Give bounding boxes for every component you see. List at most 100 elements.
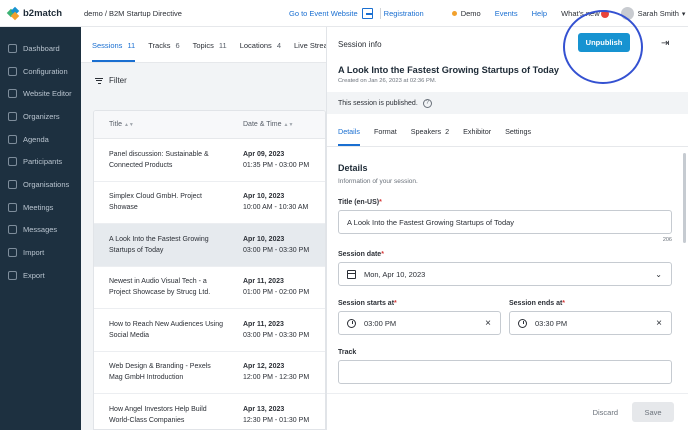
sidebar-item-label: Dashboard: [23, 43, 60, 53]
sidebar-item-label: Import: [23, 248, 45, 258]
sidebar-item-label: Agenda: [23, 134, 49, 144]
table-row[interactable]: How to Reach New Audiences Using Social …: [94, 309, 325, 352]
clear-icon[interactable]: ×: [656, 318, 662, 329]
sidebar-item-organisations[interactable]: Organisations: [0, 173, 81, 196]
registration-link[interactable]: Registration: [384, 9, 424, 18]
tab-count: 6: [175, 41, 180, 50]
sidebar-item-website-editor[interactable]: Website Editor: [0, 82, 81, 105]
table-row[interactable]: Panel discussion: Sustainable & Connecte…: [94, 139, 325, 182]
tab-speakers[interactable]: Speakers 2: [411, 127, 449, 146]
session-date: Apr 11, 2023: [243, 278, 284, 286]
events-link[interactable]: Events: [495, 9, 518, 18]
tab-settings[interactable]: Settings: [505, 127, 531, 146]
tab-sessions[interactable]: Sessions 11: [92, 41, 136, 62]
published-text: This session is published.: [338, 99, 418, 107]
table-row[interactable]: Newest in Audio Visual Tech - a Project …: [94, 267, 325, 309]
table-row[interactable]: How Angel Investors Help Build World-Cla…: [94, 394, 325, 429]
monitor-icon: [8, 89, 17, 99]
column-title[interactable]: Title ▲▼: [94, 121, 228, 128]
sidebar-item-messages[interactable]: Messages: [0, 219, 81, 242]
session-datetime: Apr 11, 2023 01:00 PM - 02:00 PM: [228, 276, 309, 298]
session-date: Apr 13, 2023: [243, 405, 285, 413]
help-link[interactable]: Help: [532, 9, 547, 18]
session-date-picker[interactable]: Mon, Apr 10, 2023 ⌄: [338, 262, 672, 286]
end-value: 03:30 PM: [535, 318, 568, 328]
wrench-icon: [8, 66, 17, 76]
user-name[interactable]: Sarah Smith: [638, 9, 679, 18]
details-heading: Details: [338, 163, 368, 173]
agenda-tabs: Sessions 11 Tracks 6 Topics 11 Locations 4 L…: [81, 27, 326, 63]
start-time-field[interactable]: 03:00 PM ×: [338, 311, 501, 335]
breadcrumb[interactable]: demo / B2M Startup Directive: [84, 9, 182, 18]
external-link-icon: [361, 8, 373, 19]
chevron-down-icon[interactable]: ⌄: [655, 270, 662, 279]
sidebar-item-label: Configuration: [23, 66, 68, 76]
logo-text: b2match: [23, 7, 63, 19]
sidebar-item-label: Participants: [23, 157, 63, 167]
title-field-label: Title (en-US)*: [338, 199, 672, 206]
title-field[interactable]: A Look Into the Fastest Growing Startups…: [338, 210, 672, 234]
filter-button[interactable]: Filter: [81, 63, 326, 85]
session-date: Apr 09, 2023: [243, 150, 285, 158]
sidebar-item-export[interactable]: Export: [0, 264, 81, 287]
tab-details[interactable]: Details: [338, 127, 360, 146]
sidebar-item-dashboard[interactable]: Dashboard: [0, 37, 81, 60]
table-row[interactable]: Simplex Cloud GmbH. Project Showase Apr 1…: [94, 182, 325, 224]
table-row[interactable]: Web Design & Branding - Pexels Mag GmbH …: [94, 352, 325, 394]
tab-count: 11: [127, 41, 136, 50]
tab-label: Details: [338, 127, 360, 136]
session-time: 01:00 PM - 02:00 PM: [243, 289, 310, 297]
tab-topics[interactable]: Topics 11: [193, 41, 227, 62]
tab-format[interactable]: Format: [374, 127, 397, 146]
demo-label: Demo: [460, 9, 481, 18]
session-time: 12:00 PM - 12:30 PM: [243, 374, 310, 382]
help-icon[interactable]: ?: [422, 98, 432, 108]
demo-status-dot-icon: [451, 11, 457, 16]
clock-icon: [518, 318, 527, 328]
tab-tracks[interactable]: Tracks 6: [148, 41, 179, 62]
session-datetime: Apr 12, 2023 12:00 PM - 12:30 PM: [228, 361, 309, 383]
track-select[interactable]: [338, 360, 672, 384]
building-icon: [8, 179, 17, 189]
tab-live-streams[interactable]: Live Streams: [294, 41, 326, 62]
session-title: How Angel Investors Help Build World-Cla…: [109, 405, 207, 424]
start-label-text: Session starts at: [338, 300, 395, 307]
session-time: 01:35 PM - 03:00 PM: [243, 161, 310, 169]
tab-count: 2: [445, 127, 450, 136]
tab-locations[interactable]: Locations 4: [240, 41, 281, 62]
clear-icon[interactable]: ×: [485, 318, 491, 329]
calendar-icon: [8, 134, 17, 144]
sidebar: Dashboard Configuration Website Editor O…: [0, 27, 81, 430]
session-title: How to Reach New Audiences Using Social …: [109, 320, 224, 339]
sessions-table: Title ▲▼ Date & Time ▲▼ Panel discussion: …: [93, 110, 326, 430]
session-date: Apr 10, 2023: [243, 193, 285, 201]
collapse-panel-icon[interactable]: ⇥: [661, 38, 673, 50]
messages-icon: [8, 225, 17, 235]
scrollbar[interactable]: [683, 153, 686, 243]
go-to-event-link[interactable]: Go to Event Website: [289, 9, 358, 18]
column-date[interactable]: Date & Time ▲▼: [228, 121, 293, 128]
tab-label: Speakers: [410, 127, 442, 136]
published-notice: This session is published. ?: [327, 92, 688, 114]
table-row-selected[interactable]: A Look Into the Fastest Growing Startups…: [94, 224, 325, 267]
discard-button[interactable]: Discard: [593, 408, 618, 417]
sidebar-item-configuration[interactable]: Configuration: [0, 60, 81, 83]
sidebar-item-meetings[interactable]: Meetings: [0, 196, 81, 219]
sidebar-item-organizers[interactable]: Organizers: [0, 105, 81, 128]
filter-icon: [95, 77, 103, 84]
date-field-label: Session date*: [338, 251, 672, 258]
tab-exhibitor[interactable]: Exhibitor: [463, 127, 491, 146]
sidebar-item-agenda[interactable]: Agenda: [0, 128, 81, 151]
save-button[interactable]: Save: [632, 402, 674, 422]
table-header: Title ▲▼ Date & Time ▲▼: [94, 111, 325, 139]
session-title: Newest in Audio Visual Tech - a Project …: [109, 278, 211, 297]
sidebar-item-label: Messages: [23, 225, 58, 235]
details-form: Details Information of your session. Tit…: [327, 153, 683, 393]
chevron-down-icon[interactable]: ▾: [682, 10, 686, 18]
meetings-icon: [8, 202, 17, 212]
sidebar-item-label: Meetings: [23, 202, 54, 212]
logo[interactable]: b2match: [0, 6, 81, 20]
sidebar-item-participants[interactable]: Participants: [0, 150, 81, 173]
end-time-field[interactable]: 03:30 PM ×: [509, 311, 672, 335]
sidebar-item-import[interactable]: Import: [0, 241, 81, 264]
